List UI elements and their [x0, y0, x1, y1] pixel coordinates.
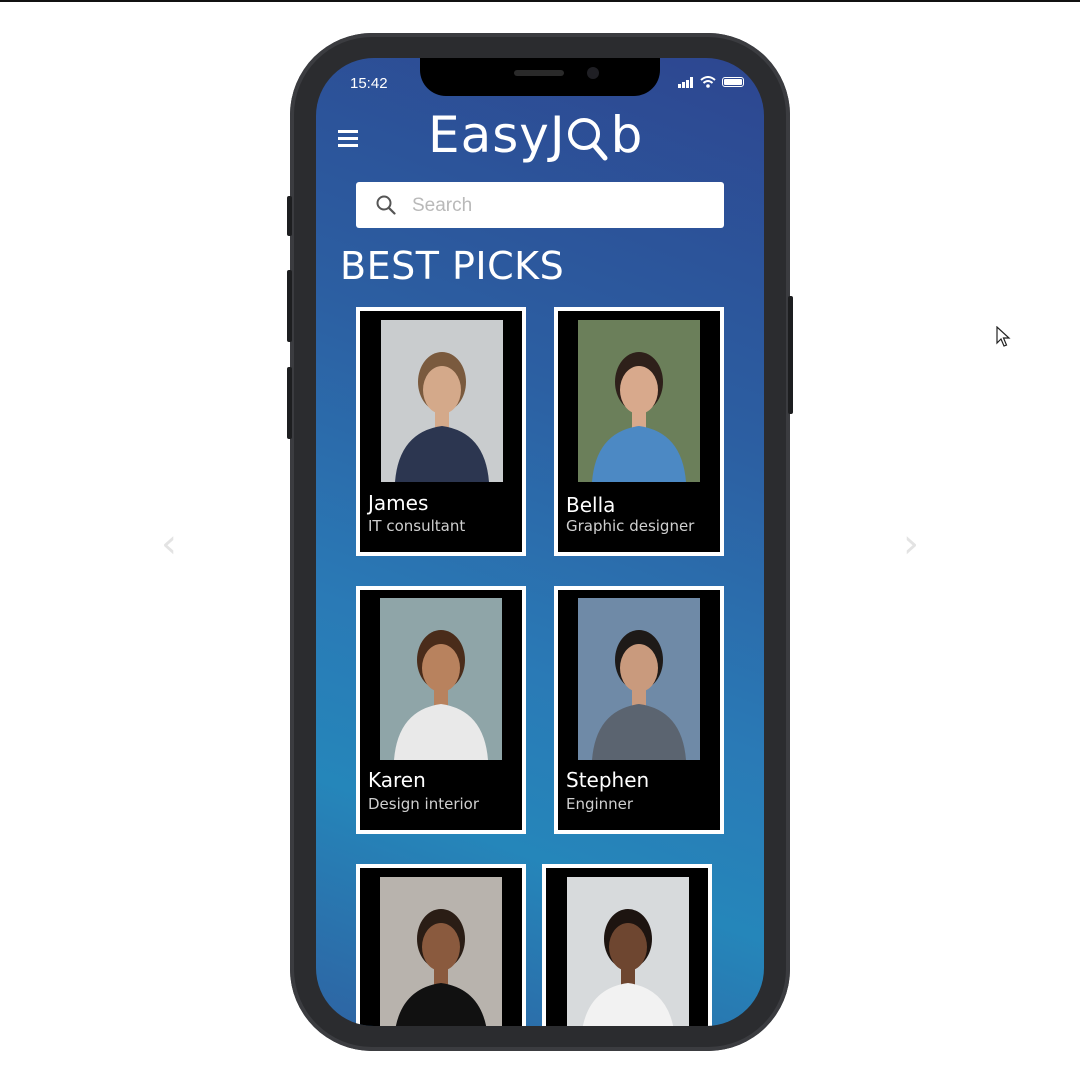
profile-photo: [381, 320, 503, 482]
magnifier-o-logo-icon: [567, 118, 608, 161]
chevron-right-icon[interactable]: ›: [899, 524, 923, 564]
chevron-left-icon[interactable]: ‹: [157, 524, 181, 564]
profile-card[interactable]: Karen Design interior: [356, 586, 526, 834]
search-bar[interactable]: [356, 182, 728, 230]
profile-photo: [578, 320, 700, 482]
profile-card[interactable]: Bella Graphic designer: [554, 307, 724, 556]
front-camera: [587, 67, 599, 79]
profile-role: Design interior: [368, 795, 480, 813]
hamburger-icon[interactable]: [338, 130, 358, 148]
status-time: 15:42: [350, 75, 388, 92]
profile-name: Karen: [368, 768, 426, 792]
speaker: [514, 70, 564, 76]
profile-name: Stephen: [566, 768, 650, 792]
profile-photo: [380, 598, 502, 760]
phone-silent-switch: [287, 196, 292, 236]
search-input[interactable]: [410, 182, 728, 230]
battery-icon: [722, 77, 744, 87]
status-icons: [678, 76, 744, 88]
signal-icon: [678, 76, 694, 88]
mouse-cursor-icon: [996, 326, 1011, 347]
profile-card[interactable]: James IT consultant: [356, 307, 526, 556]
wifi-icon: [700, 76, 716, 88]
section-title: BEST PICKS: [340, 244, 565, 288]
profile-card[interactable]: [542, 864, 712, 1026]
logo-text-end: b: [610, 106, 644, 164]
top-border: [0, 0, 1080, 2]
phone-screen: 15:42 EasyJ b BEST PICKS: [316, 58, 764, 1026]
profile-card[interactable]: [356, 864, 526, 1026]
profile-name: Bella: [566, 493, 616, 517]
profile-role: Graphic designer: [566, 517, 695, 535]
phone-power-button: [788, 296, 793, 414]
search-icon: [376, 195, 396, 215]
phone-volume-up: [287, 270, 292, 342]
notch: [420, 58, 660, 96]
profile-role: Enginner: [566, 795, 634, 813]
profile-card[interactable]: Stephen Enginner: [554, 586, 724, 834]
profile-role: IT consultant: [368, 517, 466, 535]
profile-name: James: [368, 491, 429, 515]
phone-volume-down: [287, 367, 292, 439]
logo-text-start: EasyJ: [428, 106, 566, 164]
profile-photo: [578, 598, 700, 760]
profile-photo: [567, 877, 689, 1026]
profile-photo: [380, 877, 502, 1026]
app-logo: EasyJ b: [428, 105, 643, 165]
